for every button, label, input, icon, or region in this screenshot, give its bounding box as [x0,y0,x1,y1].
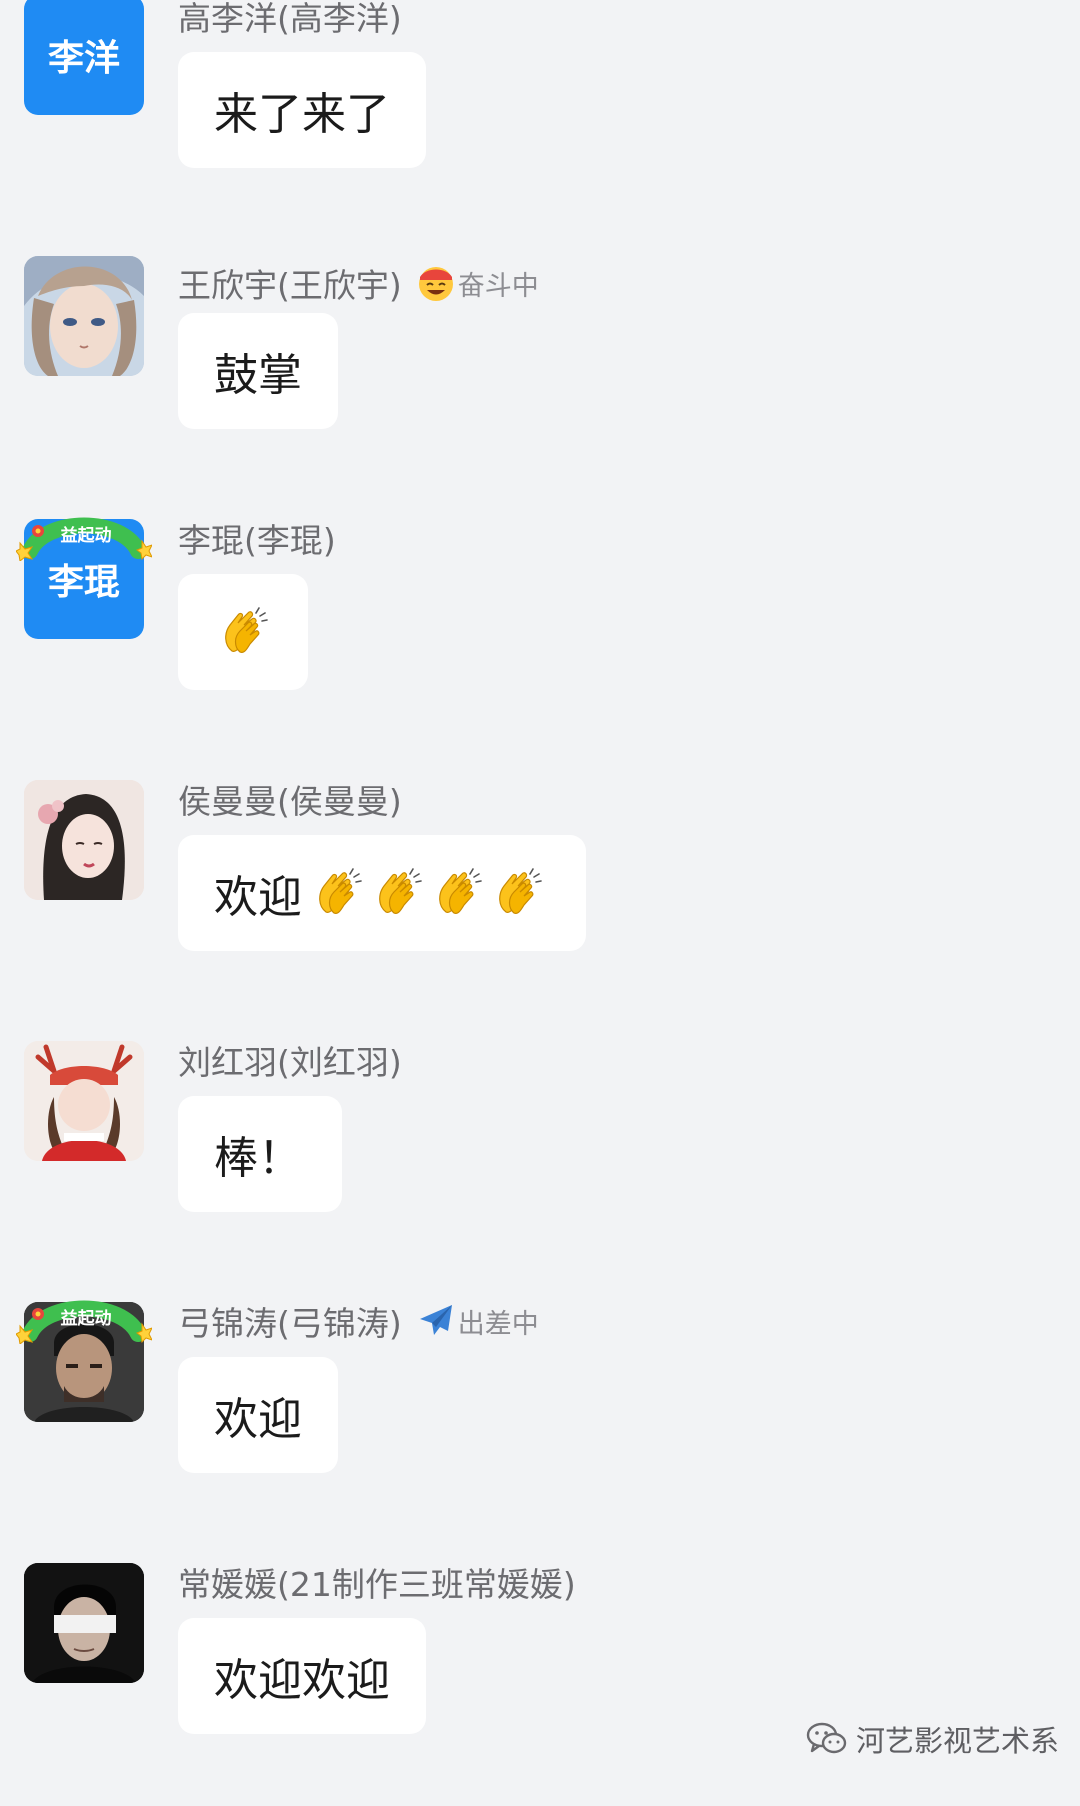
avatar[interactable] [24,1041,144,1161]
sender-name[interactable]: 刘红羽(刘红羽) [178,1036,402,1084]
clapping-hands-icon [492,868,542,918]
avatar[interactable]: 李琨 [24,519,144,639]
sender-name[interactable]: 侯曼曼(侯曼曼) [178,775,402,823]
avatar[interactable] [24,256,144,376]
message-bubble[interactable]: 欢迎 [178,835,586,951]
status-label: 奋斗中 [457,270,539,302]
girl-with-antlers-image [24,1041,144,1161]
message-text: 欢迎欢迎 [214,1655,390,1706]
man-portrait-image [24,1302,144,1422]
sender-name-row: 刘红羽(刘红羽) [178,1040,402,1082]
sender-name[interactable]: 王欣宇(王欣宇) [178,259,402,307]
avatar[interactable] [24,1302,144,1422]
sender-name-row: 王欣宇(王欣宇) 奋斗中 [178,263,539,305]
sender-name[interactable]: 常媛媛(21制作三班常媛媛) [178,1558,576,1606]
sender-name-row: 李琨(李琨) [178,518,336,560]
message-bubble[interactable]: 鼓掌 [178,313,338,429]
avatar[interactable] [24,780,144,900]
message-bubble[interactable] [178,574,308,690]
clapping-hands-icon [218,607,268,657]
message-text: 来了来了 [214,89,390,140]
illustrated-woman-image [24,780,144,900]
sender-name[interactable]: 高李洋(高李洋) [178,0,402,40]
status-label: 出差中 [457,1308,539,1340]
message-bubble[interactable]: 欢迎欢迎 [178,1618,426,1734]
avatar[interactable]: 李洋 [24,0,144,115]
anime-portrait-image [24,256,144,376]
chat-message: 李琨 益起动 李琨(李琨) [0,522,1080,762]
chat-message-list[interactable]: 李洋 高李洋(高李洋) 来了来了 王欣宇(王欣宇) 奋斗中 鼓掌 李琨 益起动 … [0,0,1080,1787]
avatar-label: 李琨 [47,562,120,603]
clapping-hands-icon [372,868,422,918]
chat-message: 李洋 高李洋(高李洋) 来了来了 [0,0,1080,240]
airplane-icon [416,1301,456,1341]
clapping-hands-icon [312,868,362,918]
sender-name-row: 高李洋(高李洋) [178,0,402,38]
message-text: 欢迎 [214,872,302,923]
message-text: 鼓掌 [214,350,302,401]
message-text: 欢迎 [214,1394,302,1445]
chat-message: 王欣宇(王欣宇) 奋斗中 鼓掌 [0,256,1080,501]
watermark-text: 河艺影视艺术系 [856,1724,1060,1758]
clapping-hands-icon [432,868,482,918]
chat-message: 常媛媛(21制作三班常媛媛) 欢迎欢迎 [0,1563,1080,1806]
chat-message: 刘红羽(刘红羽) 棒！ [0,1041,1080,1284]
message-text: 棒！ [214,1133,302,1184]
sender-name[interactable]: 弓锦涛(弓锦涛) [178,1297,402,1345]
avatar-label: 李洋 [47,38,120,79]
sender-name[interactable]: 李琨(李琨) [178,514,336,562]
chat-message: 侯曼曼(侯曼曼) 欢迎 [0,780,1080,1023]
message-bubble[interactable]: 棒！ [178,1096,342,1212]
avatar[interactable] [24,1563,144,1683]
sender-name-row: 弓锦涛(弓锦涛) 出差中 [178,1301,539,1343]
message-bubble[interactable]: 来了来了 [178,52,426,168]
sender-name-row: 侯曼曼(侯曼曼) [178,779,402,821]
sender-name-row: 常媛媛(21制作三班常媛媛) [178,1562,576,1604]
wechat-icon [806,1722,847,1754]
blindfolded-man-image [24,1563,144,1683]
message-bubble[interactable]: 欢迎 [178,1357,338,1473]
chat-message: 益起动 弓锦涛(弓锦涛) 出差中 欢迎 [0,1305,1080,1545]
source-watermark: 河艺影视艺术系 [806,1717,1059,1761]
grinning-emoji-icon [416,263,456,303]
